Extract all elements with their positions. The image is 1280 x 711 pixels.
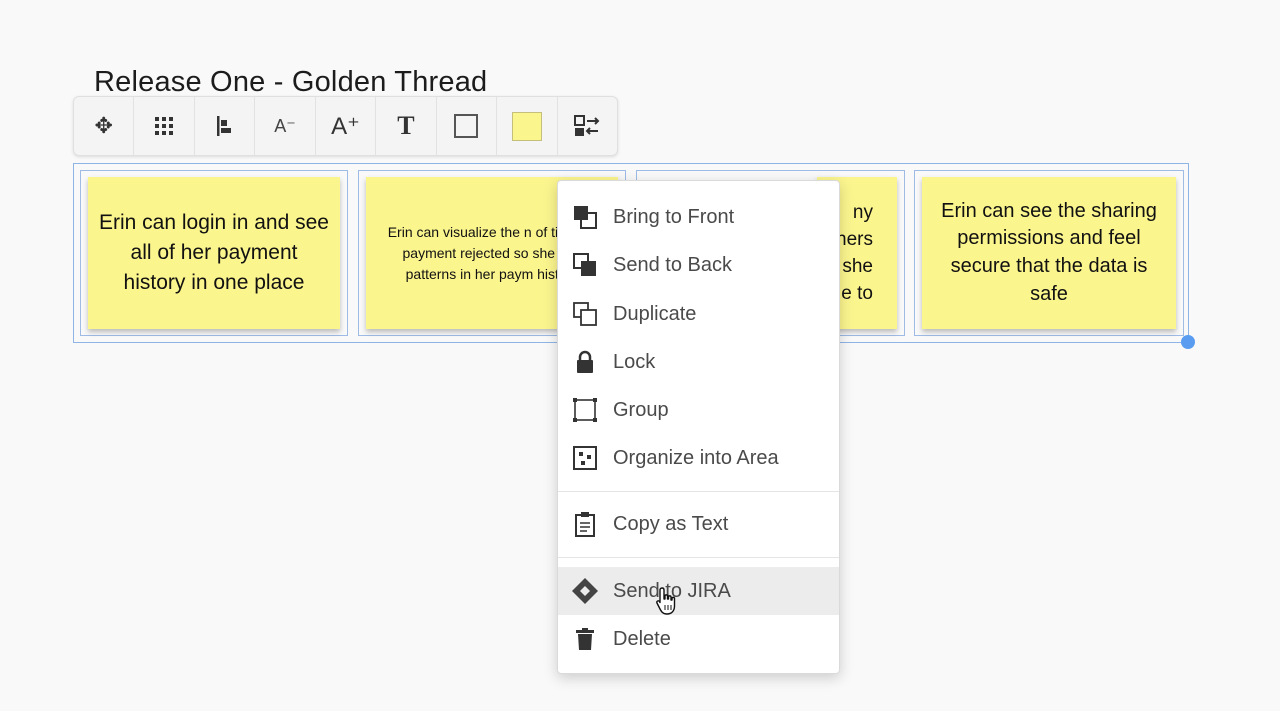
lock-icon — [577, 350, 593, 373]
duplicate-icon — [573, 302, 597, 326]
menu-divider — [558, 557, 839, 558]
clipboard-icon — [575, 512, 595, 537]
align-button[interactable] — [195, 97, 256, 155]
board-title: Release One - Golden Thread — [94, 66, 488, 98]
swap-icon — [574, 115, 600, 136]
increase-font-button[interactable]: A⁺ — [316, 97, 377, 155]
increase-font-icon: A⁺ — [331, 112, 360, 140]
jira-icon — [572, 578, 598, 604]
menu-item-send-to-jira[interactable]: Send to JIRA — [558, 567, 839, 615]
organize-area-icon — [573, 446, 597, 470]
trash-icon — [576, 628, 594, 650]
menu-item-send-to-back[interactable]: Send to Back — [558, 242, 839, 288]
menu-item-label: Delete — [613, 627, 671, 650]
context-menu: Bring to Front Send to Back Duplicate Lo… — [557, 180, 840, 674]
color-swatch — [511, 111, 542, 141]
sticky-frame[interactable]: Erin can login in and see all of her pay… — [80, 170, 348, 336]
grid-button[interactable] — [134, 97, 195, 155]
menu-item-label: Lock — [613, 350, 656, 373]
align-left-icon — [216, 116, 231, 136]
grid-icon — [155, 117, 174, 135]
menu-item-label: Copy as Text — [613, 512, 729, 535]
resize-handle[interactable] — [1181, 335, 1195, 349]
menu-item-delete[interactable]: Delete — [558, 616, 839, 662]
menu-item-bring-to-front[interactable]: Bring to Front — [558, 194, 839, 240]
move-icon: ✥ — [94, 113, 113, 138]
group-icon — [573, 398, 597, 422]
border-button[interactable] — [437, 97, 498, 155]
menu-item-label: Bring to Front — [613, 205, 735, 228]
text-style-button[interactable]: T — [376, 97, 437, 155]
color-button[interactable] — [497, 97, 558, 155]
menu-divider — [558, 491, 839, 492]
menu-item-copy-as-text[interactable]: Copy as Text — [558, 501, 839, 547]
menu-item-label: Duplicate — [613, 302, 697, 325]
decrease-font-icon: A⁻ — [274, 115, 296, 136]
menu-item-label: Group — [613, 398, 669, 421]
menu-item-duplicate[interactable]: Duplicate — [558, 291, 839, 337]
border-icon — [454, 114, 479, 138]
menu-item-organize-into-area[interactable]: Organize into Area — [558, 435, 839, 481]
decrease-font-button[interactable]: A⁻ — [255, 97, 316, 155]
swap-button[interactable] — [558, 97, 617, 155]
menu-item-group[interactable]: Group — [558, 387, 839, 433]
text-style-icon: T — [397, 111, 415, 140]
move-button[interactable]: ✥ — [74, 97, 135, 155]
sticky-note[interactable]: Erin can see the sharing permissions and… — [922, 177, 1176, 329]
send-to-back-icon — [573, 253, 596, 276]
sticky-frame[interactable]: Erin can see the sharing permissions and… — [914, 170, 1184, 336]
format-toolbar: ✥ A⁻ A⁺ T — [73, 96, 618, 156]
menu-item-lock[interactable]: Lock — [558, 339, 839, 385]
menu-item-label: Organize into Area — [613, 446, 779, 469]
hand-cursor-icon — [656, 587, 676, 615]
sticky-note[interactable]: Erin can login in and see all of her pay… — [88, 177, 340, 329]
bring-to-front-icon — [574, 206, 597, 229]
menu-item-label: Send to Back — [613, 253, 732, 276]
